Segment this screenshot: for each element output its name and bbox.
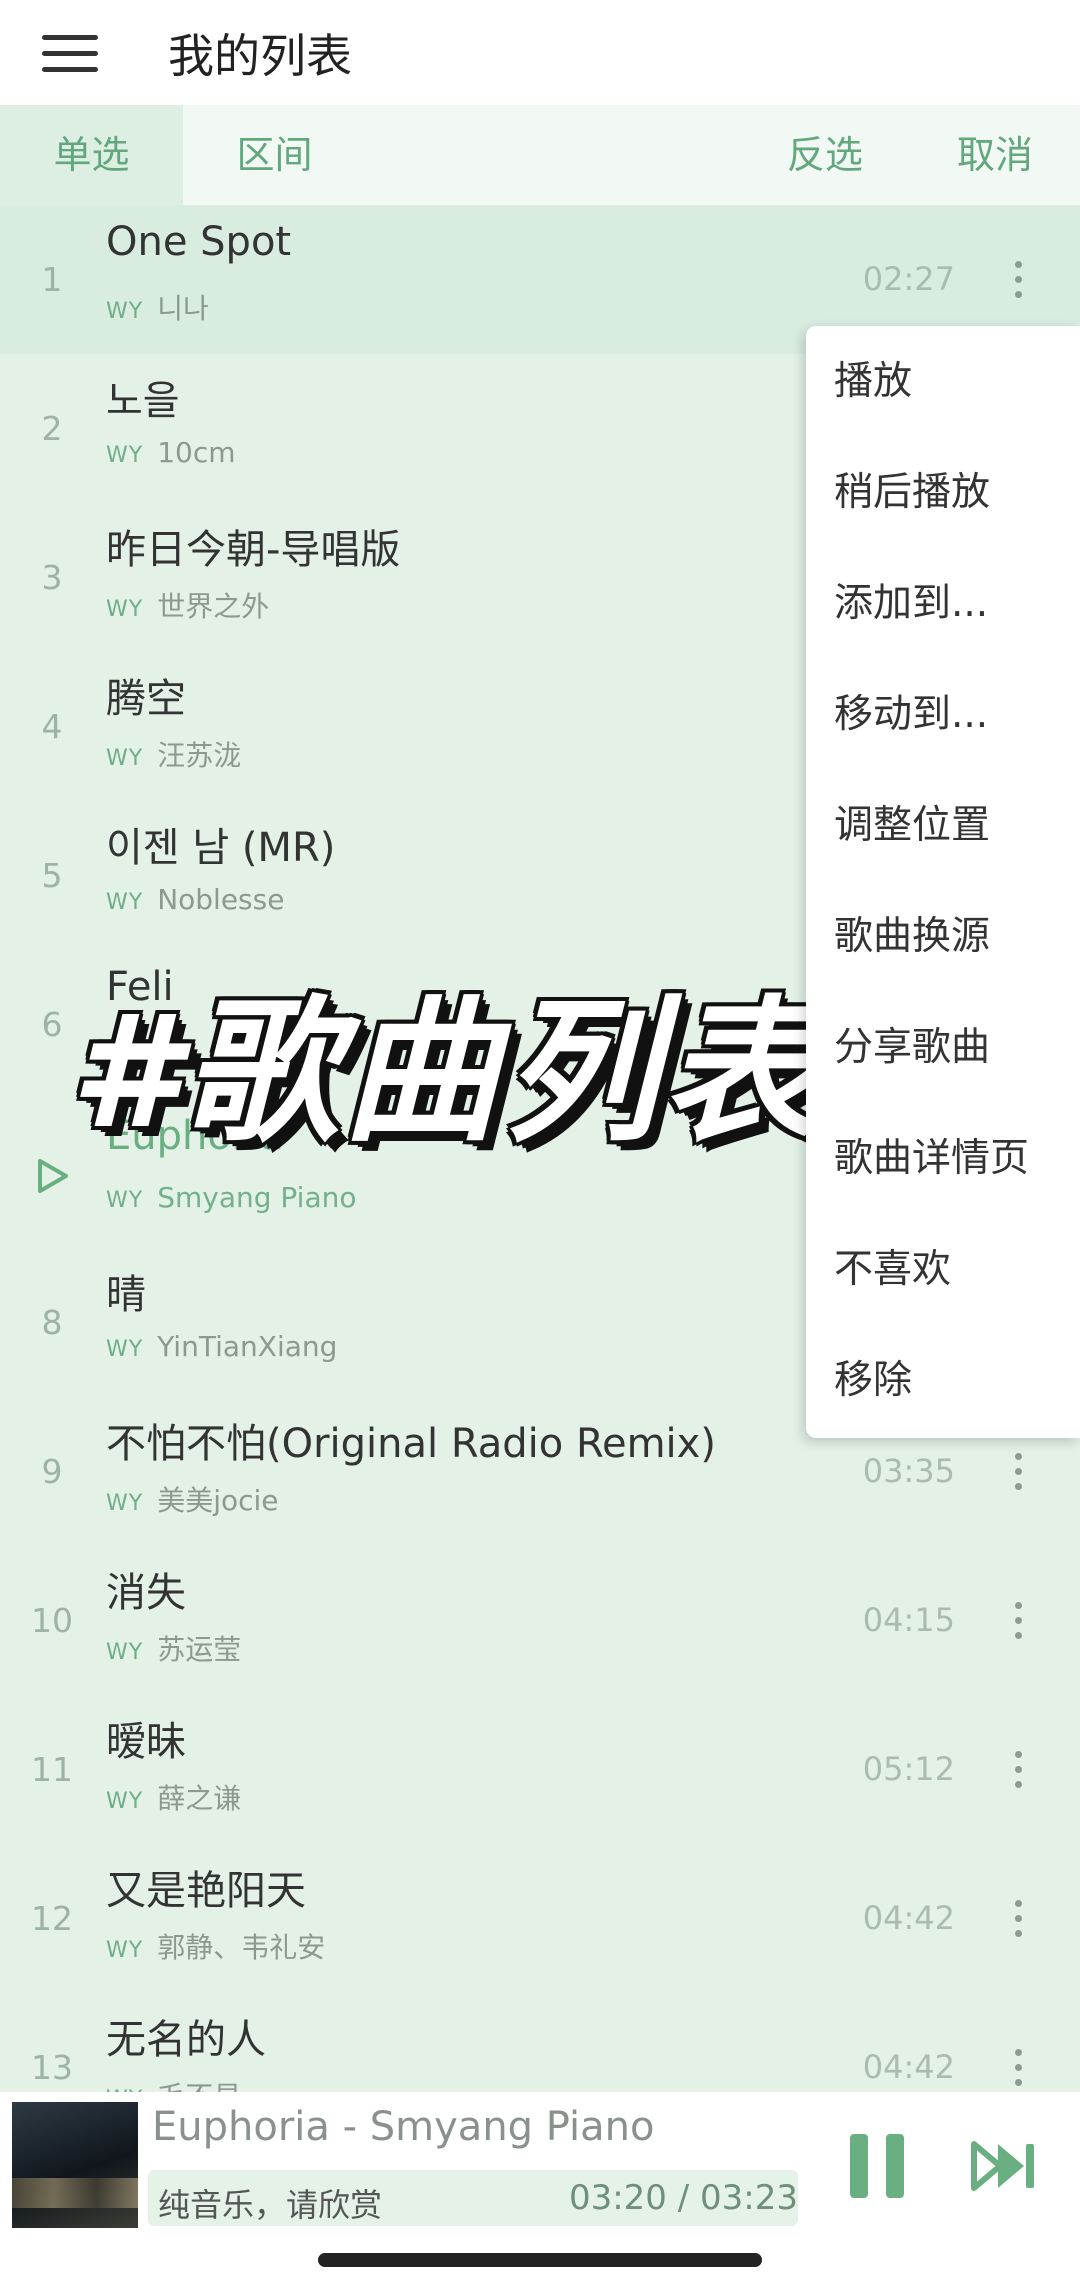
- song-duration: 04:42: [862, 1899, 955, 1937]
- song-artist: 薛之谦: [157, 1782, 242, 1815]
- source-badge: WY: [106, 1789, 144, 1814]
- source-badge: WY: [106, 890, 144, 915]
- menu-item-reorder[interactable]: 调整位置: [806, 770, 1080, 881]
- menu-item-play[interactable]: 播放: [806, 326, 1080, 437]
- song-number: 11: [31, 1750, 73, 1789]
- menu-item-remove[interactable]: 移除: [806, 1325, 1080, 1436]
- source-badge: WY: [106, 1188, 144, 1213]
- song-number: 12: [31, 1899, 73, 1938]
- song-artist: 苏运莹: [157, 1633, 242, 1666]
- song-artist: 美美jocie: [157, 1484, 279, 1517]
- song-title: 不怕不怕(Original Radio Remix): [106, 1421, 716, 1467]
- more-options-icon[interactable]: [1008, 257, 1028, 302]
- source-badge: WY: [106, 1337, 144, 1362]
- song-number: 10: [31, 1601, 73, 1640]
- song-artist: Smyang Piano: [157, 1181, 357, 1214]
- more-options-icon[interactable]: [1008, 1896, 1028, 1941]
- more-options-icon[interactable]: [1008, 1598, 1028, 1643]
- song-number: 4: [41, 707, 63, 746]
- song-row[interactable]: 11 暧昧 WY 薛之谦 05:12: [0, 1695, 1080, 1844]
- more-options-icon[interactable]: [1008, 1747, 1028, 1792]
- source-badge: WY: [106, 597, 144, 622]
- source-badge: WY: [106, 1491, 144, 1516]
- song-artist: 郭静、韦礼安: [157, 1931, 326, 1964]
- song-title: 消失: [106, 1570, 186, 1616]
- song-title: 暧昧: [106, 1719, 186, 1765]
- lyric-text: 纯音乐，请欣赏: [158, 2186, 383, 2224]
- song-title: One Spot: [106, 219, 292, 265]
- menu-item-add-to[interactable]: 添加到...: [806, 548, 1080, 659]
- menu-item-dislike[interactable]: 不喜欢: [806, 1214, 1080, 1325]
- song-artist: 10cm: [157, 436, 236, 469]
- song-title: 晴: [106, 1272, 146, 1318]
- page-title: 我的列表: [168, 28, 352, 83]
- menu-item-change-source[interactable]: 歌曲换源: [806, 881, 1080, 992]
- song-title: 又是艳阳天: [106, 1868, 306, 1914]
- menu-item-share[interactable]: 分享歌曲: [806, 992, 1080, 1103]
- song-artist: 니나: [157, 292, 209, 325]
- range-select-button[interactable]: 区间: [183, 105, 366, 205]
- song-artist: YinTianXiang: [157, 1330, 338, 1363]
- menu-item-play-later[interactable]: 稍后播放: [806, 437, 1080, 548]
- song-row[interactable]: 12 又是艳阳天 WY 郭静、韦礼安 04:42: [0, 1844, 1080, 1993]
- lyric-bar: 纯音乐，请欣赏 03:20 / 03:23: [148, 2170, 798, 2226]
- song-number: 3: [41, 558, 63, 597]
- song-artist: 汪苏泷: [157, 739, 242, 772]
- single-select-button[interactable]: 单选: [0, 105, 183, 205]
- source-badge: WY: [106, 1938, 144, 1963]
- song-number: 1: [41, 260, 63, 299]
- hashtag-overlay-text: #歌曲列表: [70, 981, 823, 1163]
- song-duration: 04:15: [862, 1601, 955, 1639]
- song-artist: Noblesse: [157, 883, 285, 916]
- menu-item-move-to[interactable]: 移动到...: [806, 659, 1080, 770]
- invert-select-button[interactable]: 反选: [740, 105, 910, 205]
- play-time: 03:20 / 03:23: [568, 2178, 798, 2218]
- pause-icon[interactable]: [850, 2134, 906, 2198]
- song-number: 5: [41, 856, 63, 895]
- menu-item-details[interactable]: 歌曲详情页: [806, 1103, 1080, 1214]
- song-number: 8: [41, 1303, 63, 1342]
- song-number: 2: [41, 409, 63, 448]
- song-artist: 世界之外: [157, 590, 270, 623]
- hamburger-menu-icon[interactable]: [42, 33, 98, 73]
- source-badge: WY: [106, 299, 144, 324]
- source-badge: WY: [106, 443, 144, 468]
- song-title: 昨日今朝-导唱版: [106, 527, 401, 573]
- source-badge: WY: [106, 1640, 144, 1665]
- next-track-icon[interactable]: [970, 2138, 1038, 2198]
- song-title: 腾空: [106, 676, 186, 722]
- album-cover[interactable]: [12, 2102, 138, 2228]
- song-title: 이젠 남 (MR): [106, 825, 336, 871]
- app-header: 我的列表: [0, 0, 1080, 105]
- source-badge: WY: [106, 746, 144, 771]
- song-title: 노을: [106, 378, 180, 424]
- more-options-icon[interactable]: [1008, 2045, 1028, 2090]
- song-row[interactable]: 10 消失 WY 苏运莹 04:15: [0, 1546, 1080, 1695]
- home-indicator[interactable]: [318, 2253, 762, 2267]
- song-title: 无名的人: [106, 2017, 266, 2063]
- song-duration: 05:12: [862, 1750, 955, 1788]
- now-playing-icon: [36, 1157, 70, 1199]
- more-options-icon[interactable]: [1008, 1449, 1028, 1494]
- now-playing-title: Euphoria - Smyang Piano: [152, 2104, 655, 2150]
- selection-toolbar: 单选 区间 反选 取消: [0, 105, 1080, 205]
- song-number: 9: [41, 1452, 63, 1491]
- cancel-button[interactable]: 取消: [910, 105, 1080, 205]
- context-menu: 播放 稍后播放 添加到... 移动到... 调整位置 歌曲换源 分享歌曲 歌曲详…: [806, 326, 1080, 1438]
